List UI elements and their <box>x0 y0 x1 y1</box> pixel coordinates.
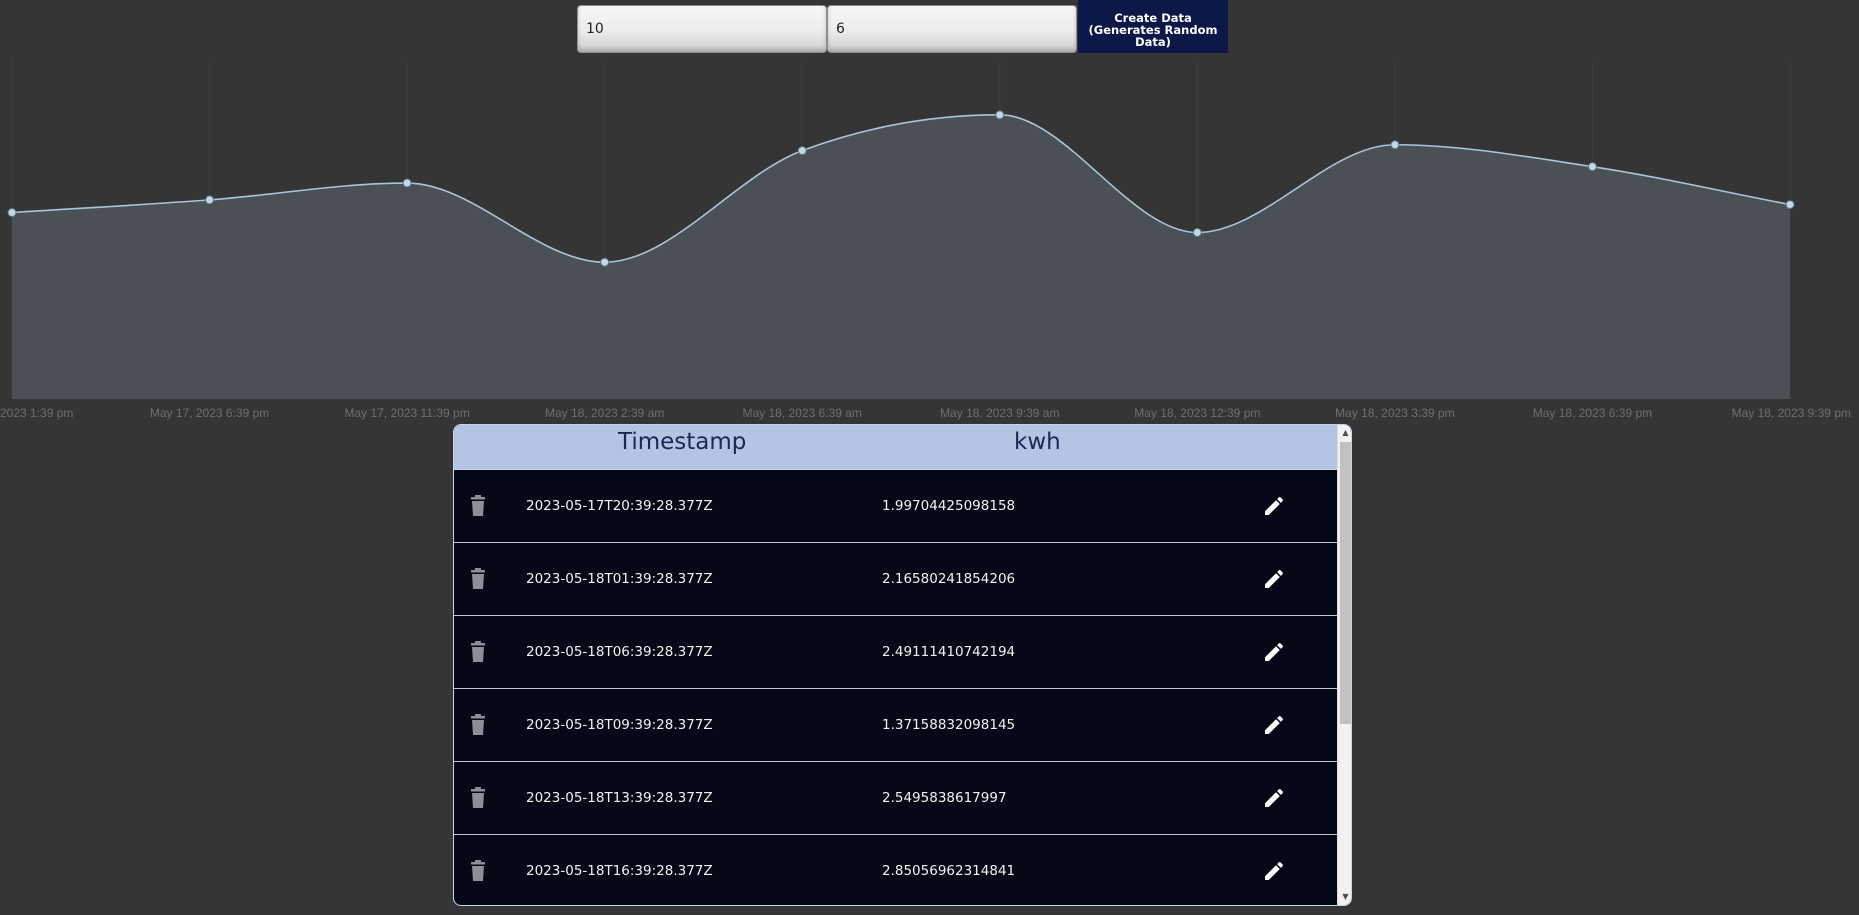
delete-row-button[interactable] <box>468 714 488 736</box>
delete-row-button[interactable] <box>468 495 488 517</box>
chart-point[interactable] <box>1785 200 1795 210</box>
table-row: 2023-05-18T06:39:28.377Z 2.49111410742194 <box>454 616 1337 689</box>
x-tick-label: May 18, 2023 9:39 am <box>940 406 1059 420</box>
timestamp-cell: 2023-05-18T01:39:28.377Z <box>526 571 713 587</box>
chart-point[interactable] <box>1192 227 1202 237</box>
x-tick-label: 2023 1:39 pm <box>0 406 73 420</box>
kwh-cell: 2.49111410742194 <box>882 644 1016 660</box>
table-row: 2023-05-18T13:39:28.377Z 2.5495838617997 <box>454 762 1337 835</box>
table-row: 2023-05-18T01:39:28.377Z 2.16580241854206 <box>454 543 1337 616</box>
edit-row-button[interactable] <box>1262 567 1286 591</box>
kwh-cell: 1.37158832098145 <box>882 717 1016 733</box>
scroll-up-arrow-icon[interactable]: ▲ <box>1338 425 1351 441</box>
x-tick-label: May 17, 2023 6:39 pm <box>150 406 269 420</box>
pencil-icon <box>1265 861 1284 880</box>
table-header: Timestamp kwh <box>454 425 1337 470</box>
kwh-cell: 2.16580241854206 <box>882 571 1016 587</box>
edit-row-button[interactable] <box>1262 494 1286 518</box>
chart-point[interactable] <box>797 146 807 156</box>
table-scrollbar[interactable]: ▲ ▼ <box>1337 425 1351 905</box>
timestamp-cell: 2023-05-18T16:39:28.377Z <box>526 863 713 879</box>
chart-point[interactable] <box>600 257 610 267</box>
trash-icon <box>471 860 485 881</box>
kwh-area-chart: 2023 1:39 pm May 17, 2023 6:39 pm May 17, … <box>0 60 1859 425</box>
delete-row-button[interactable] <box>468 568 488 590</box>
table-row: 2023-05-18T09:39:28.377Z 1.37158832098145 <box>454 689 1337 762</box>
scrollbar-thumb[interactable] <box>1340 442 1351 724</box>
chart-point[interactable] <box>7 208 17 218</box>
timestamp-cell: 2023-05-18T09:39:28.377Z <box>526 717 713 733</box>
delete-row-button[interactable] <box>468 641 488 663</box>
kwh-cell: 2.5495838617997 <box>882 790 1007 806</box>
x-tick-label: May 18, 2023 12:39 pm <box>1134 406 1260 420</box>
pencil-icon <box>1265 788 1284 807</box>
data-controls <box>577 5 1077 53</box>
trash-icon <box>471 787 485 808</box>
x-tick-label: May 18, 2023 6:39 am <box>743 406 862 420</box>
delete-row-button[interactable] <box>468 787 488 809</box>
edit-row-button[interactable] <box>1262 859 1286 883</box>
count-input[interactable] <box>577 5 827 53</box>
edit-row-button[interactable] <box>1262 713 1286 737</box>
timestamp-cell: 2023-05-18T06:39:28.377Z <box>526 644 713 660</box>
x-tick-label: May 18, 2023 3:39 pm <box>1335 406 1454 420</box>
timestamp-cell: 2023-05-18T13:39:28.377Z <box>526 790 713 806</box>
trash-icon <box>471 714 485 735</box>
readings-table: Timestamp kwh 2023-05-17T20:39:28.377Z 1.… <box>453 424 1352 906</box>
x-tick-label: May 18, 2023 9:39 pm <box>1732 406 1851 420</box>
chart-x-ticks: 2023 1:39 pm May 17, 2023 6:39 pm May 17, … <box>0 406 1851 420</box>
table-body: 2023-05-17T20:39:28.377Z 1.99704425098158… <box>454 470 1337 905</box>
pencil-icon <box>1265 569 1284 588</box>
edit-row-button[interactable] <box>1262 640 1286 664</box>
pencil-icon <box>1265 496 1284 515</box>
x-tick-label: May 17, 2023 11:39 pm <box>345 406 470 420</box>
x-tick-label: May 18, 2023 2:39 am <box>545 406 664 420</box>
pencil-icon <box>1265 715 1284 734</box>
create-data-button[interactable]: Create Data (Generates Random Data) <box>1078 0 1228 53</box>
x-tick-label: May 18, 2023 6:39 pm <box>1533 406 1652 420</box>
timestamp-cell: 2023-05-17T20:39:28.377Z <box>526 498 713 514</box>
header-kwh: kwh <box>1014 429 1061 455</box>
chart-svg: 2023 1:39 pm May 17, 2023 6:39 pm May 17, … <box>0 60 1851 420</box>
table-row: 2023-05-18T16:39:28.377Z 2.85056962314841 <box>454 835 1337 905</box>
trash-icon <box>471 568 485 589</box>
scroll-down-arrow-icon[interactable]: ▼ <box>1338 889 1351 905</box>
table-row: 2023-05-17T20:39:28.377Z 1.99704425098158 <box>454 470 1337 543</box>
kwh-cell: 2.85056962314841 <box>882 863 1016 879</box>
chart-point[interactable] <box>402 178 412 188</box>
header-timestamp: Timestamp <box>618 429 747 455</box>
chart-point[interactable] <box>1587 162 1597 172</box>
chart-area-fill <box>12 114 1790 400</box>
chart-point[interactable] <box>1390 140 1400 150</box>
interval-input[interactable] <box>827 5 1077 53</box>
trash-icon <box>471 495 485 516</box>
delete-row-button[interactable] <box>468 860 488 882</box>
chart-point[interactable] <box>205 195 215 205</box>
pencil-icon <box>1265 642 1284 661</box>
edit-row-button[interactable] <box>1262 786 1286 810</box>
kwh-cell: 1.99704425098158 <box>882 498 1016 514</box>
trash-icon <box>471 641 485 662</box>
chart-point[interactable] <box>995 110 1005 120</box>
